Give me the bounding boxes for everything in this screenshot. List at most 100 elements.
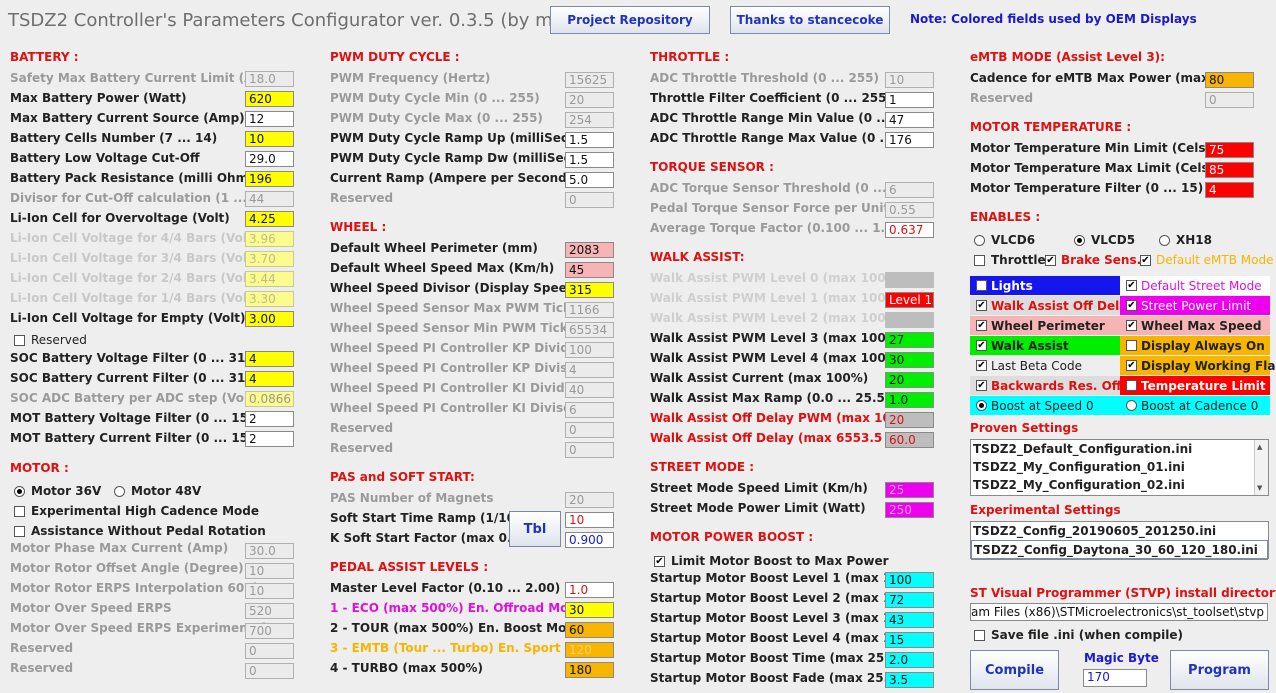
backwards-res-cell[interactable]: ✔ Backwards Res. Off: [970, 376, 1122, 395]
save-ini-checkbox[interactable]: [974, 630, 985, 641]
ki-dividend-field[interactable]: 40: [565, 382, 614, 398]
lights-checkbox[interactable]: [976, 280, 987, 291]
pwm-reserved-field[interactable]: 0: [565, 192, 614, 208]
safety-max-current-field[interactable]: 18.0: [245, 71, 294, 87]
throttle-filter-field[interactable]: 1: [885, 92, 934, 108]
lights-cell[interactable]: Lights: [970, 276, 1120, 295]
project-repository-button[interactable]: Project Repository: [550, 6, 710, 34]
display-always-on-cell[interactable]: Display Always On: [1120, 336, 1270, 355]
display-always-on-checkbox[interactable]: [1126, 340, 1137, 351]
ramp-up-field[interactable]: 1.5: [565, 132, 614, 148]
walk-level-2-field[interactable]: [885, 312, 934, 328]
max-battery-current-field[interactable]: 12: [245, 111, 294, 127]
proven-list-scrollbar[interactable]: ▲ ▼: [1254, 440, 1268, 495]
xh18-radio[interactable]: [1159, 235, 1170, 246]
walk-level-3-field[interactable]: 27: [885, 332, 934, 348]
tour-level-field[interactable]: 60: [565, 622, 614, 638]
mot-voltage-filter-field[interactable]: 2: [245, 411, 294, 427]
list-item[interactable]: TSDZ2_My_Configuration_02.ini: [971, 476, 1268, 494]
wheel-perimeter-field[interactable]: 2083: [565, 242, 614, 258]
boost-time-field[interactable]: 2.0: [885, 652, 934, 668]
default-street-cell[interactable]: ✔ Default Street Mode: [1120, 276, 1270, 295]
walk-current-field[interactable]: 20: [885, 372, 934, 388]
temp-filter-field[interactable]: 4: [1205, 182, 1254, 198]
temp-max-field[interactable]: 85: [1205, 162, 1254, 178]
wheel-max-speed-checkbox[interactable]: ✔: [1126, 320, 1137, 331]
turbo-level-field[interactable]: 180: [565, 662, 614, 678]
torque-force-field[interactable]: 0.55: [885, 202, 934, 218]
walk-level-0-field[interactable]: [885, 272, 934, 288]
boost-speed-cell[interactable]: Boost at Speed 0: [970, 396, 1120, 415]
walk-level-4-field[interactable]: 30: [885, 352, 934, 368]
walk-assist-cell[interactable]: ✔ Walk Assist: [970, 336, 1120, 355]
motor-48v-radio[interactable]: [114, 486, 125, 497]
walk-ramp-field[interactable]: 1.0: [885, 392, 934, 408]
list-item[interactable]: TSDZ2_Config_20190605_201250.ini: [971, 522, 1268, 540]
kp-divisor-field[interactable]: 4: [565, 362, 614, 378]
wheel-perimeter-checkbox[interactable]: ✔: [976, 320, 987, 331]
phase-current-field[interactable]: 30.0: [245, 543, 294, 559]
vlcd6-radio[interactable]: [974, 235, 985, 246]
cutoff-divisor-field[interactable]: 44: [245, 191, 294, 207]
speed-divisor-field[interactable]: 315: [565, 282, 614, 298]
experimental-settings-list[interactable]: TSDZ2_Config_20190605_201250.ini TSDZ2_C…: [970, 521, 1269, 560]
proven-settings-list[interactable]: TSDZ2_Default_Configuration.ini TSDZ2_My…: [970, 439, 1269, 496]
no-pedal-checkbox[interactable]: [14, 526, 25, 537]
program-button[interactable]: Program: [1170, 650, 1269, 690]
temperature-limit-checkbox[interactable]: [1126, 380, 1137, 391]
emtb-reserved-field[interactable]: 0: [1205, 92, 1254, 108]
last-beta-checkbox[interactable]: ✔: [976, 360, 987, 371]
throttle-min-field[interactable]: 47: [885, 112, 934, 128]
throttle-threshold-field[interactable]: 10: [885, 72, 934, 88]
wheel-perimeter-cell[interactable]: ✔ Wheel Perimeter: [970, 316, 1120, 335]
torque-average-field[interactable]: 0.637: [885, 222, 934, 238]
over-speed-exp-field[interactable]: 700: [245, 623, 294, 639]
pas-magnets-field[interactable]: 20: [565, 492, 614, 508]
walk-off-delay-checkbox[interactable]: ✔: [976, 300, 987, 311]
list-item[interactable]: TSDZ2_Default_Configuration.ini: [971, 440, 1268, 458]
boost-fade-field[interactable]: 3.5: [885, 672, 934, 688]
boost-cadence-radio[interactable]: [1126, 400, 1137, 411]
boost-cadence-cell[interactable]: Boost at Cadence 0: [1120, 396, 1270, 415]
boost-level-2-field[interactable]: 72: [885, 592, 934, 608]
high-cadence-checkbox[interactable]: [14, 506, 25, 517]
boost-level-3-field[interactable]: 43: [885, 612, 934, 628]
walk-off-delay-cell[interactable]: ✔ Walk Assist Off Delay: [970, 296, 1135, 315]
default-emtb-checkbox[interactable]: ✔: [1140, 255, 1151, 266]
throttle-max-field[interactable]: 176: [885, 132, 934, 148]
master-level-field[interactable]: 1.0: [565, 582, 614, 598]
last-beta-cell[interactable]: ✔ Last Beta Code: [970, 356, 1120, 375]
eco-level-field[interactable]: 30: [565, 602, 614, 618]
overvoltage-field[interactable]: 4.25: [245, 211, 294, 227]
display-working-checkbox[interactable]: ✔: [1126, 360, 1137, 371]
empty-voltage-field[interactable]: 3.00: [245, 311, 294, 327]
mot-current-filter-field[interactable]: 2: [245, 431, 294, 447]
ki-divisor-field[interactable]: 6: [565, 402, 614, 418]
default-street-checkbox[interactable]: ✔: [1126, 280, 1137, 291]
soc-voltage-filter-field[interactable]: 4: [245, 351, 294, 367]
list-item[interactable]: TSDZ2_Config_Daytona_30_60_120_180.ini: [971, 540, 1268, 560]
pwm-max-field[interactable]: 254: [565, 112, 614, 128]
limit-boost-checkbox[interactable]: ✔: [654, 556, 665, 567]
wheel-reserved-field[interactable]: 0: [565, 422, 614, 438]
emtb-cadence-field[interactable]: 80: [1205, 72, 1254, 88]
thanks-button[interactable]: Thanks to stancecoke: [730, 6, 890, 34]
wheel-max-speed-cell[interactable]: ✔ Wheel Max Speed: [1120, 316, 1270, 335]
throttle-enable-checkbox[interactable]: [974, 255, 985, 266]
wheel-speed-max-field[interactable]: 45: [565, 262, 614, 278]
street-speed-field[interactable]: 25: [885, 482, 934, 498]
torque-threshold-field[interactable]: 6: [885, 182, 934, 198]
tbl-button[interactable]: Tbl: [509, 511, 561, 547]
brake-sensor-checkbox[interactable]: ✔: [1045, 255, 1056, 266]
wheel-reserved-field[interactable]: 0: [565, 442, 614, 458]
boost-level-1-field[interactable]: 100: [885, 572, 934, 588]
motor-reserved-field[interactable]: 0: [245, 663, 294, 679]
soc-current-filter-field[interactable]: 4: [245, 371, 294, 387]
bars-3-field[interactable]: 3.70: [245, 251, 294, 267]
pwm-min-field[interactable]: 20: [565, 92, 614, 108]
street-power-checkbox[interactable]: ✔: [1126, 300, 1137, 311]
pack-resistance-field[interactable]: 196: [245, 171, 294, 187]
pwm-frequency-field[interactable]: 15625: [565, 72, 614, 88]
emtb-level-field[interactable]: 120: [565, 642, 614, 658]
scroll-down-icon[interactable]: ▼: [1257, 484, 1262, 492]
